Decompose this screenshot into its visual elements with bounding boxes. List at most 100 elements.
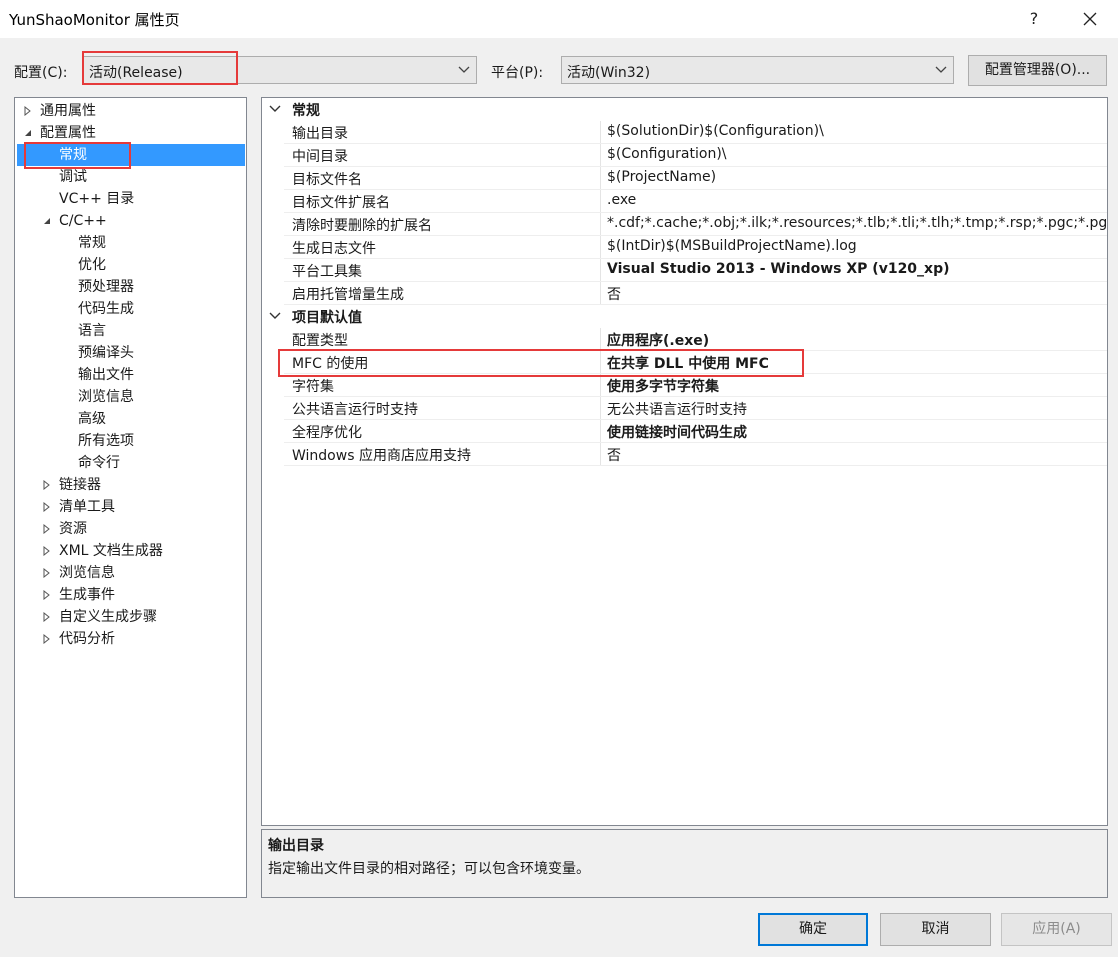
- collapse-arrow-icon[interactable]: [42, 216, 52, 226]
- chevron-down-icon[interactable]: [269, 311, 281, 321]
- column-divider[interactable]: [600, 121, 601, 144]
- grid-row[interactable]: 目标文件名 $(ProjectName): [262, 167, 1107, 190]
- ok-button[interactable]: 确定: [758, 913, 868, 946]
- tree-item[interactable]: 清单工具: [15, 496, 246, 518]
- expand-arrow-icon[interactable]: [42, 480, 52, 490]
- description-text: 指定输出文件目录的相对路径；可以包含环境变量。: [268, 861, 590, 877]
- tree-item[interactable]: 高级: [15, 408, 246, 430]
- tree-item-label: 自定义生成步骤: [59, 609, 157, 625]
- property-value[interactable]: 应用程序(.exe): [607, 330, 709, 350]
- tree-item[interactable]: 预编译头: [15, 342, 246, 364]
- tree-item[interactable]: 语言: [15, 320, 246, 342]
- property-value[interactable]: $(SolutionDir)$(Configuration)\: [607, 123, 824, 139]
- column-divider[interactable]: [600, 328, 601, 351]
- expand-arrow-icon[interactable]: [42, 634, 52, 644]
- grid-section-header[interactable]: 项目默认值: [262, 305, 1107, 328]
- grid-row[interactable]: 清除时要删除的扩展名 *.cdf;*.cache;*.obj;*.ilk;*.re…: [262, 213, 1107, 236]
- column-divider[interactable]: [600, 144, 601, 167]
- tree-item[interactable]: 通用属性: [15, 100, 246, 122]
- property-value[interactable]: 无公共语言运行时支持: [607, 399, 747, 419]
- property-value[interactable]: .exe: [607, 192, 636, 208]
- tree-item[interactable]: VC++ 目录: [15, 188, 246, 210]
- tree-item-label: VC++ 目录: [59, 191, 135, 207]
- property-name: 平台工具集: [292, 264, 362, 280]
- platform-select[interactable]: 活动(Win32): [561, 56, 954, 84]
- config-manager-button[interactable]: 配置管理器(O)...: [968, 55, 1107, 86]
- grid-section-header[interactable]: 常规: [262, 98, 1107, 121]
- grid-row[interactable]: 平台工具集 Visual Studio 2013 - Windows XP (v1…: [262, 259, 1107, 282]
- property-value[interactable]: $(Configuration)\: [607, 146, 727, 162]
- column-divider[interactable]: [600, 213, 601, 236]
- tree-item[interactable]: 浏览信息: [15, 562, 246, 584]
- grid-row[interactable]: 目标文件扩展名 .exe: [262, 190, 1107, 213]
- property-name: 启用托管增量生成: [292, 287, 404, 303]
- column-divider[interactable]: [600, 167, 601, 190]
- column-divider[interactable]: [600, 190, 601, 213]
- property-name: 目标文件名: [292, 172, 362, 188]
- grid-row[interactable]: 字符集 使用多字节字符集: [262, 374, 1107, 397]
- tree-item[interactable]: 输出文件: [15, 364, 246, 386]
- grid-row[interactable]: 全程序优化 使用链接时间代码生成: [262, 420, 1107, 443]
- tree-item[interactable]: 预处理器: [15, 276, 246, 298]
- property-name: 公共语言运行时支持: [292, 402, 418, 418]
- collapse-arrow-icon[interactable]: [23, 128, 33, 138]
- grid-row[interactable]: 配置类型 应用程序(.exe): [262, 328, 1107, 351]
- property-value[interactable]: 使用多字节字符集: [607, 376, 719, 396]
- tree-item[interactable]: 配置属性: [15, 122, 246, 144]
- expand-arrow-icon[interactable]: [23, 106, 33, 116]
- column-divider[interactable]: [600, 397, 601, 420]
- expand-arrow-icon[interactable]: [42, 502, 52, 512]
- tree-item[interactable]: 命令行: [15, 452, 246, 474]
- tree-item[interactable]: 浏览信息: [15, 386, 246, 408]
- expand-arrow-icon[interactable]: [42, 590, 52, 600]
- column-divider[interactable]: [600, 259, 601, 282]
- config-label: 配置(C):: [14, 65, 68, 81]
- grid-row[interactable]: 输出目录 $(SolutionDir)$(Configuration)\: [262, 121, 1107, 144]
- tree-item[interactable]: 优化: [15, 254, 246, 276]
- close-button[interactable]: [1070, 4, 1110, 34]
- grid-row-gutter: [262, 121, 284, 144]
- tree-item-label: 调试: [59, 169, 87, 185]
- tree-item[interactable]: 资源: [15, 518, 246, 540]
- property-value[interactable]: *.cdf;*.cache;*.obj;*.ilk;*.resources;*.…: [607, 215, 1107, 231]
- tree-item[interactable]: 常规: [15, 232, 246, 254]
- tree-item[interactable]: 代码生成: [15, 298, 246, 320]
- property-value[interactable]: $(IntDir)$(MSBuildProjectName).log: [607, 238, 857, 254]
- property-value[interactable]: 否: [607, 284, 621, 304]
- tree-item[interactable]: C/C++: [15, 210, 246, 232]
- expand-arrow-icon[interactable]: [42, 546, 52, 556]
- cancel-button[interactable]: 取消: [880, 913, 991, 946]
- column-divider[interactable]: [600, 282, 601, 305]
- column-divider[interactable]: [600, 374, 601, 397]
- description-panel: 输出目录 指定输出文件目录的相对路径；可以包含环境变量。: [261, 829, 1108, 898]
- apply-button[interactable]: 应用(A): [1001, 913, 1112, 946]
- property-tree[interactable]: 通用属性 配置属性 常规 调试 VC++ 目录 C/C++ 常规 优化 预处理器 代码生成 语言 预编…: [14, 97, 247, 898]
- column-divider[interactable]: [600, 443, 601, 466]
- property-value[interactable]: 使用链接时间代码生成: [607, 422, 747, 442]
- grid-row-gutter: [262, 144, 284, 167]
- property-name: 全程序优化: [292, 425, 362, 441]
- grid-row[interactable]: 公共语言运行时支持 无公共语言运行时支持: [262, 397, 1107, 420]
- tree-item[interactable]: XML 文档生成器: [15, 540, 246, 562]
- column-divider[interactable]: [600, 420, 601, 443]
- property-value[interactable]: 否: [607, 445, 621, 465]
- grid-row[interactable]: Windows 应用商店应用支持 否: [262, 443, 1107, 466]
- help-button[interactable]: ?: [1022, 6, 1046, 32]
- expand-arrow-icon[interactable]: [42, 524, 52, 534]
- grid-row[interactable]: 生成日志文件 $(IntDir)$(MSBuildProjectName).log: [262, 236, 1107, 259]
- chevron-down-icon[interactable]: [269, 104, 281, 114]
- grid-row[interactable]: 中间目录 $(Configuration)\: [262, 144, 1107, 167]
- tree-item[interactable]: 自定义生成步骤: [15, 606, 246, 628]
- expand-arrow-icon[interactable]: [42, 568, 52, 578]
- tree-item[interactable]: 调试: [15, 166, 246, 188]
- property-value[interactable]: $(ProjectName): [607, 169, 716, 185]
- property-grid[interactable]: 常规 输出目录 $(SolutionDir)$(Configuration)\ 中间目…: [261, 97, 1108, 826]
- expand-arrow-icon[interactable]: [42, 612, 52, 622]
- tree-item[interactable]: 链接器: [15, 474, 246, 496]
- column-divider[interactable]: [600, 236, 601, 259]
- tree-item[interactable]: 所有选项: [15, 430, 246, 452]
- property-value[interactable]: Visual Studio 2013 - Windows XP (v120_xp…: [607, 261, 950, 277]
- grid-row[interactable]: 启用托管增量生成 否: [262, 282, 1107, 305]
- tree-item[interactable]: 代码分析: [15, 628, 246, 650]
- tree-item[interactable]: 生成事件: [15, 584, 246, 606]
